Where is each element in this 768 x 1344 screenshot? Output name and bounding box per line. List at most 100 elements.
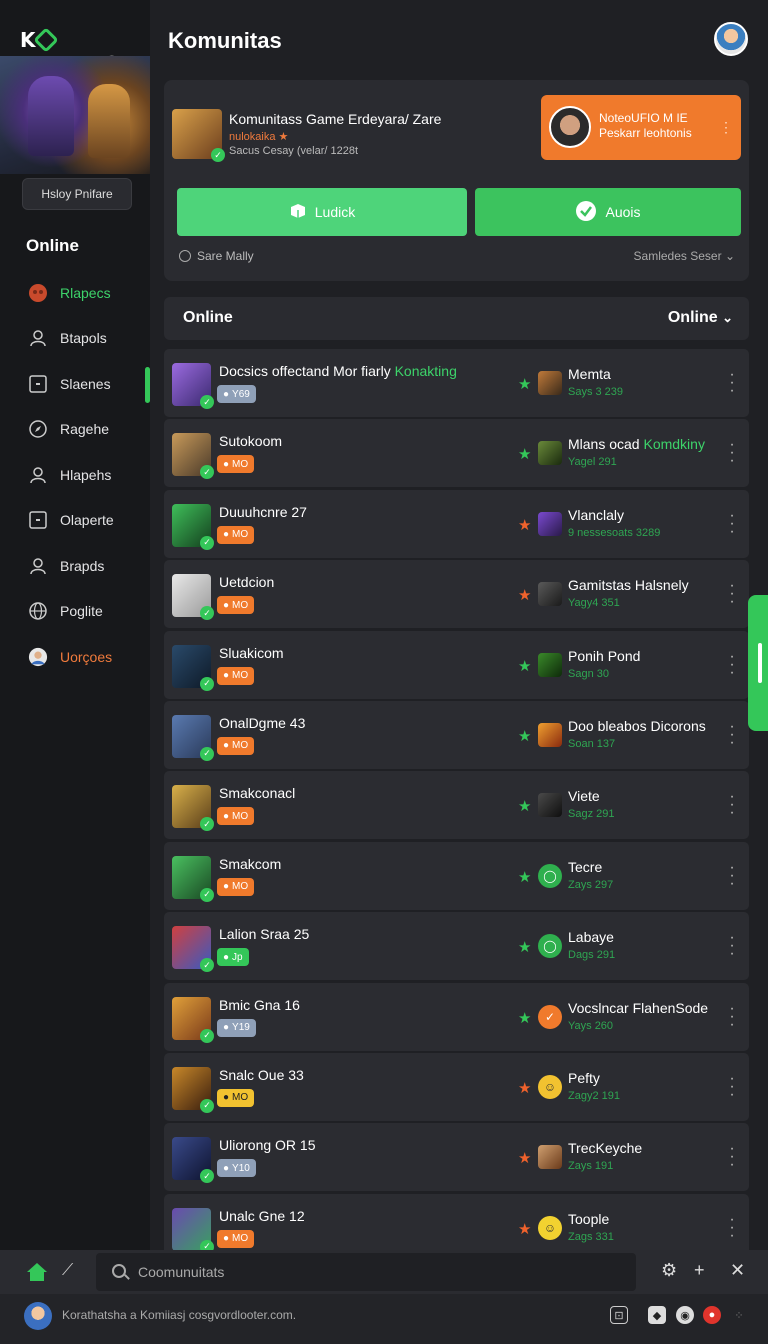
more-options-icon[interactable]: · · · [729, 718, 735, 750]
star-icon[interactable]: ★ [518, 516, 531, 534]
star-icon[interactable]: ★ [518, 1079, 531, 1097]
secondary-action-button[interactable]: Auois [475, 188, 741, 236]
primary-action-button[interactable]: Ludick [177, 188, 467, 236]
more-options-icon[interactable]: · · · [729, 789, 735, 821]
verified-check-icon: ✓ [200, 465, 214, 480]
home-icon[interactable] [26, 1262, 48, 1282]
sidebar-item-ragehe[interactable]: Ragehe [0, 407, 150, 453]
sidebar-item-poglite[interactable]: Poglite [0, 589, 150, 635]
more-options-icon[interactable]: · · · [729, 1141, 735, 1173]
play-button[interactable]: Hsloy Pnifare [22, 178, 132, 210]
star-icon[interactable]: ★ [518, 657, 531, 675]
featured-footer-dropdown[interactable]: Samledes Seser ⌄ [634, 249, 735, 263]
game-thumbnail[interactable]: ✓ [172, 574, 214, 621]
game-thumbnail[interactable]: ✓ [172, 1066, 214, 1113]
grid-icon[interactable]: ⁘ [730, 1306, 748, 1324]
verified-check-icon: ✓ [200, 817, 214, 832]
sidebar-item-olaperte[interactable]: Olaperte [0, 498, 150, 544]
star-icon[interactable]: ★ [518, 445, 531, 463]
more-options-icon[interactable]: · · · [729, 1070, 735, 1102]
search-input[interactable] [138, 1262, 618, 1282]
star-icon[interactable]: ★ [518, 586, 531, 604]
sidebar-item-label: Btapols [60, 330, 107, 347]
sidebar-item-slaenes[interactable]: Slaenes [0, 361, 150, 407]
more-options-icon[interactable]: · · · [729, 367, 735, 399]
partner-name: Vlanclaly [568, 506, 625, 523]
star-icon[interactable]: ★ [518, 375, 531, 393]
document-icon[interactable]: ⊡ [610, 1306, 628, 1324]
game-thumbnail[interactable]: ✓ [172, 855, 214, 902]
close-icon[interactable]: ✕ [730, 1260, 745, 1281]
person-icon [28, 328, 48, 348]
list-item[interactable]: ✓ Docsics offectand Mor fiarly Konakting ●… [164, 349, 749, 417]
list-item[interactable]: ✓ Duuuhcnre 27 ● MO ★ Vlanclaly 9 nessesoats 3… [164, 489, 749, 558]
sidebar-item-hlapehs[interactable]: Hlapehs [0, 452, 150, 498]
partner-name: Labaye [568, 929, 614, 946]
scroll-handle[interactable] [748, 595, 768, 731]
more-options-icon[interactable]: · · · [729, 859, 735, 891]
game-thumbnail[interactable]: ✓ [172, 714, 214, 761]
promo-card[interactable]: NoteoUFIO M IE Peskarr leohtonis ⋮ [541, 95, 741, 160]
game-thumbnail[interactable]: ✓ [172, 996, 214, 1043]
partner-icon [538, 441, 562, 466]
sidebar-item-label: Slaenes [60, 375, 111, 392]
list-item[interactable]: ✓ Sutokoom ● MO ★ Mlans ocad Komdkiny Yagel 29… [164, 419, 749, 488]
star-icon[interactable]: ★ [518, 1149, 531, 1167]
sidebar-item-rlapecs[interactable]: Rlapecs [0, 270, 150, 316]
sidebar-item-label: Olaperte [60, 512, 114, 529]
sidebar-item-brapds[interactable]: Brapds [0, 543, 150, 589]
verified-check-icon: ✓ [200, 1169, 214, 1184]
more-options-icon[interactable]: · · · [729, 930, 735, 962]
search-bar[interactable] [96, 1253, 636, 1291]
sidebar-item-label: Ragehe [60, 421, 110, 438]
list-item[interactable]: ✓ Smakconacl ● MO ★ Viete Sagz 291 · · · [164, 771, 749, 840]
list-item[interactable]: ✓ Snalc Oue 33 ● MO ★ ☺ Pefty Zagy2 191 · · · [164, 1052, 749, 1121]
more-options-icon[interactable]: · · · [729, 1211, 735, 1243]
app-icon[interactable]: ◉ [676, 1306, 694, 1324]
settings-icon[interactable]: ⚙ [661, 1260, 677, 1281]
section-filter-dropdown[interactable]: Online ⌄ [668, 309, 733, 327]
star-icon[interactable]: ★ [518, 1009, 531, 1027]
star-icon[interactable]: ★ [518, 938, 531, 956]
star-icon[interactable]: ★ [518, 1220, 531, 1238]
list-item[interactable]: ✓ Uetdcion ● MO ★ Gamitstas Halsnely Yagy4 351… [164, 560, 749, 629]
user-avatar[interactable] [714, 22, 748, 56]
more-options-icon[interactable]: · · · [729, 507, 735, 539]
list-item[interactable]: ✓ Lalion Sraa 25 ● Jp ★ ◯ Labaye Dags 291 · · · [164, 912, 749, 981]
status-avatar[interactable] [24, 1302, 52, 1330]
promo-avatar [549, 106, 591, 148]
list-item[interactable]: ✓ OnalDgme 43 ● MO ★ Doo bleabos Dicorons Soan… [164, 700, 749, 769]
sidebar-item-btapols[interactable]: Btapols [0, 316, 150, 362]
partner-name: Toople [568, 1210, 610, 1227]
list-item[interactable]: ✓ Bmic Gna 16 ● Y19 ★ ✓ Vocslncar FlahenSode Ya… [164, 982, 749, 1051]
game-thumbnail[interactable]: ✓ [172, 926, 214, 973]
more-options-icon[interactable]: · · · [729, 578, 735, 610]
more-options-icon[interactable]: · · · [729, 648, 735, 680]
featured-footer-option[interactable]: Sare Mally [179, 249, 254, 263]
list-item[interactable]: ✓ Sluakicom ● MO ★ Ponih Pond Sagn 30 · · · [164, 630, 749, 699]
list-item[interactable]: ✓ Uliorong OR 15 ● Y10 ★ TrecKeyche Zays 191 · ·… [164, 1123, 749, 1192]
star-icon[interactable]: ★ [518, 727, 531, 745]
more-options-icon[interactable]: · · · [729, 437, 735, 469]
game-thumbnail[interactable]: ✓ [172, 1207, 214, 1254]
wand-icon[interactable]: ⟋ [62, 1262, 73, 1280]
featured-game-thumbnail[interactable]: ✓ [172, 109, 225, 162]
game-thumbnail[interactable]: ✓ [172, 363, 214, 409]
sidebar-item-uorçoes[interactable]: Uorçoes [0, 634, 150, 680]
game-thumbnail[interactable]: ✓ [172, 503, 214, 550]
square-icon [28, 374, 48, 394]
app-icon[interactable]: ◆ [648, 1306, 666, 1324]
list-item[interactable]: ✓ Smakcom ● MO ★ ◯ Tecre Zays 297 · · · [164, 841, 749, 910]
rating-badge: ● MO [217, 596, 255, 615]
app-icon[interactable]: ● [703, 1306, 721, 1324]
game-thumbnail[interactable]: ✓ [172, 644, 214, 691]
star-icon[interactable]: ★ [518, 797, 531, 815]
promo-more-icon[interactable]: ⋮ [719, 119, 733, 136]
more-options-icon[interactable]: · · · [729, 1000, 735, 1032]
star-icon[interactable]: ★ [518, 868, 531, 886]
game-thumbnail[interactable]: ✓ [172, 785, 214, 832]
game-thumbnail[interactable]: ✓ [172, 1137, 214, 1184]
game-thumbnail[interactable]: ✓ [172, 433, 214, 480]
promo-text: NoteoUFIO M IE Peskarr leohtonis [599, 111, 692, 140]
plus-icon[interactable]: + [694, 1260, 705, 1281]
